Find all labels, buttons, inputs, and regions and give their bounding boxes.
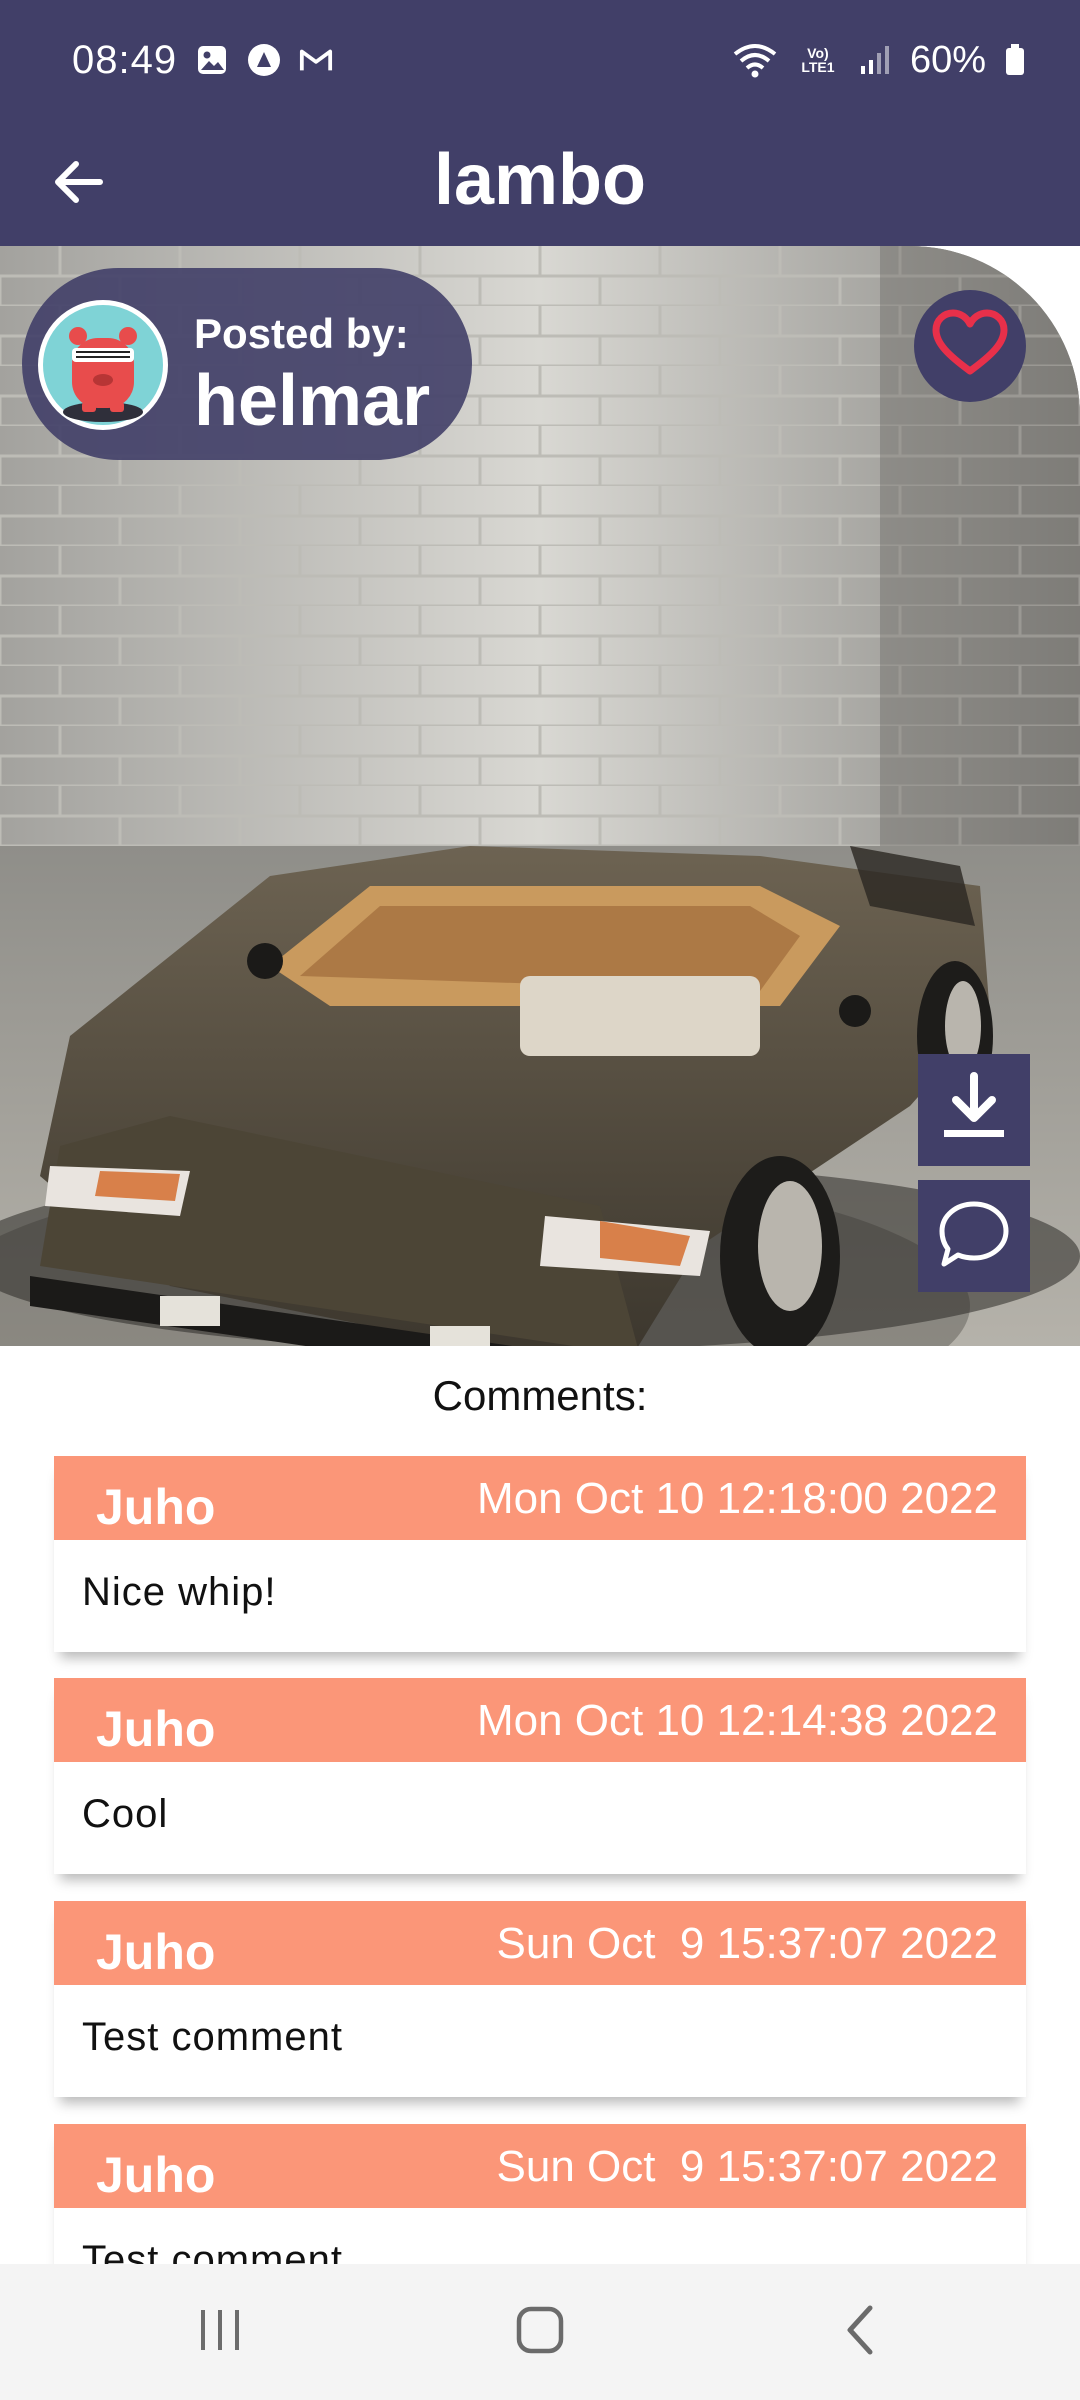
status-right: Vo) LTE1 60%: [732, 39, 1026, 82]
download-icon: [936, 1070, 1012, 1151]
comment-timestamp: Mon Oct 10 12:14:38 2022: [476, 1696, 998, 1745]
comment-author[interactable]: Juho: [96, 1478, 215, 1536]
comment-author[interactable]: Juho: [96, 1923, 215, 1981]
comment-button[interactable]: [918, 1180, 1030, 1292]
comment-text: Nice whip!: [82, 1570, 277, 1614]
system-back-button[interactable]: [800, 2282, 920, 2382]
recents-button[interactable]: [160, 2282, 280, 2382]
avatar[interactable]: [38, 300, 168, 430]
status-bar: 08:49 Vo) LTE1 60%: [0, 0, 1080, 120]
home-button[interactable]: [480, 2282, 600, 2382]
recents-icon: [195, 2306, 245, 2359]
comment-timestamp: Mon Oct 10 12:18:00 2022: [476, 1474, 998, 1523]
app-a-icon: [247, 43, 281, 77]
comment-timestamp: Sun Oct 9 15:37:07 2022: [496, 2142, 999, 2191]
comment-text: Test comment: [82, 2015, 343, 2059]
back-button[interactable]: [40, 146, 116, 222]
post-photo: Posted by: helmar: [0, 246, 1080, 1346]
comment-timestamp: Sun Oct 9 15:37:07 2022: [496, 1919, 999, 1968]
posted-by-label: Posted by:: [194, 310, 409, 357]
page-title: lambo: [433, 140, 647, 220]
comment-header: Juho Mon Oct 10 12:14:38 2022: [54, 1678, 1026, 1762]
comment-card: Juho Sun Oct 9 15:37:07 2022 Test commen…: [54, 1901, 1026, 2097]
home-icon: [514, 2304, 566, 2361]
back-icon: [840, 2304, 880, 2361]
arrow-left-icon: [50, 154, 106, 215]
avatar-image: [43, 305, 163, 425]
status-time: 08:49: [72, 37, 178, 82]
app-bar: lambo: [0, 120, 1080, 246]
poster-username[interactable]: helmar: [194, 360, 430, 442]
battery-percent: 60%: [909, 38, 986, 81]
wifi-icon: [732, 43, 778, 78]
gallery-icon: [195, 43, 229, 77]
system-nav-bar: [0, 2264, 1080, 2400]
comment-header: Juho Mon Oct 10 12:18:00 2022: [54, 1456, 1026, 1540]
battery-icon: [1004, 43, 1026, 77]
download-button[interactable]: [918, 1054, 1030, 1166]
status-left: 08:49: [72, 38, 333, 83]
network-type-label: Vo) LTE1: [801, 45, 835, 75]
speech-bubble-icon: [936, 1196, 1012, 1277]
comment-header: Juho Sun Oct 9 15:37:07 2022: [54, 2124, 1026, 2208]
posted-by-badge[interactable]: Posted by: helmar: [22, 268, 472, 460]
comment-text: Cool: [82, 1792, 169, 1836]
comment-card: Juho Mon Oct 10 12:18:00 2022 Nice whip!: [54, 1456, 1026, 1652]
comment-author[interactable]: Juho: [96, 1700, 215, 1758]
comments-heading: Comments:: [432, 1372, 648, 1419]
favorite-button[interactable]: [914, 290, 1026, 402]
comment-header: Juho Sun Oct 9 15:37:07 2022: [54, 1901, 1026, 1985]
gmail-icon: [299, 43, 333, 77]
comment-card: Juho Mon Oct 10 12:14:38 2022 Cool: [54, 1678, 1026, 1874]
comment-author[interactable]: Juho: [96, 2146, 215, 2204]
signal-icon: [858, 43, 892, 77]
heart-outline-icon: [930, 309, 1010, 384]
app-screen: 08:49 Vo) LTE1 60% lambo Posted by: helm…: [0, 0, 1080, 2400]
